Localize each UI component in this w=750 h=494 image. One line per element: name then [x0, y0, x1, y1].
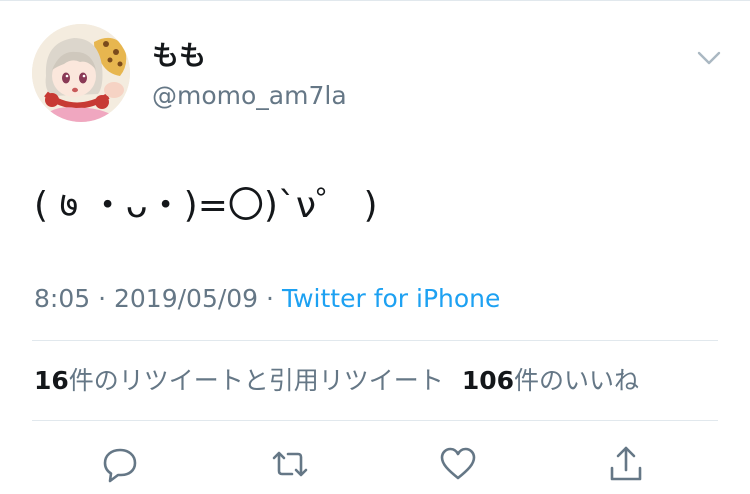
user-handle[interactable]: @momo_am7la — [152, 80, 347, 112]
tweet-stats: 16件のリツイートと引用リツイート 106件のいいね — [34, 364, 639, 398]
avatar[interactable] — [32, 24, 130, 122]
retweet-label: 件のリツイートと引用リツイート — [68, 366, 444, 395]
meta-separator: · — [266, 284, 274, 313]
tweet-text: ( ७ ・ᴗ・)=〇)`ν゜ ) — [34, 185, 378, 226]
display-name[interactable]: もも — [152, 40, 206, 74]
tweet-meta: 8:05 · 2019/05/09 · Twitter for iPhone — [34, 282, 500, 316]
tweet-time: 8:05 — [34, 284, 91, 313]
retweet-count: 16 — [34, 366, 69, 395]
tweet-date: 2019/05/09 — [114, 284, 259, 313]
like-stat[interactable]: 106件のいいね — [462, 366, 639, 395]
anime-avatar-icon — [32, 24, 130, 122]
divider — [32, 340, 718, 341]
retweet-stat[interactable]: 16件のリツイートと引用リツイート — [34, 366, 444, 395]
divider — [32, 420, 718, 421]
chevron-down-icon[interactable] — [694, 46, 724, 70]
meta-separator: · — [98, 284, 107, 313]
reply-icon[interactable] — [100, 444, 140, 484]
like-count: 106 — [461, 366, 514, 395]
tweet-detail: もも @momo_am7la ( ७ ・ᴗ・)=〇)`ν゜ ) 8:05 · 2… — [0, 0, 750, 494]
top-border — [0, 0, 750, 1]
heart-icon[interactable] — [438, 444, 478, 484]
share-icon[interactable] — [606, 444, 646, 484]
like-label: 件のいいね — [514, 366, 640, 395]
tweet-source-link[interactable]: Twitter for iPhone — [282, 284, 500, 313]
retweet-icon[interactable] — [270, 444, 310, 484]
